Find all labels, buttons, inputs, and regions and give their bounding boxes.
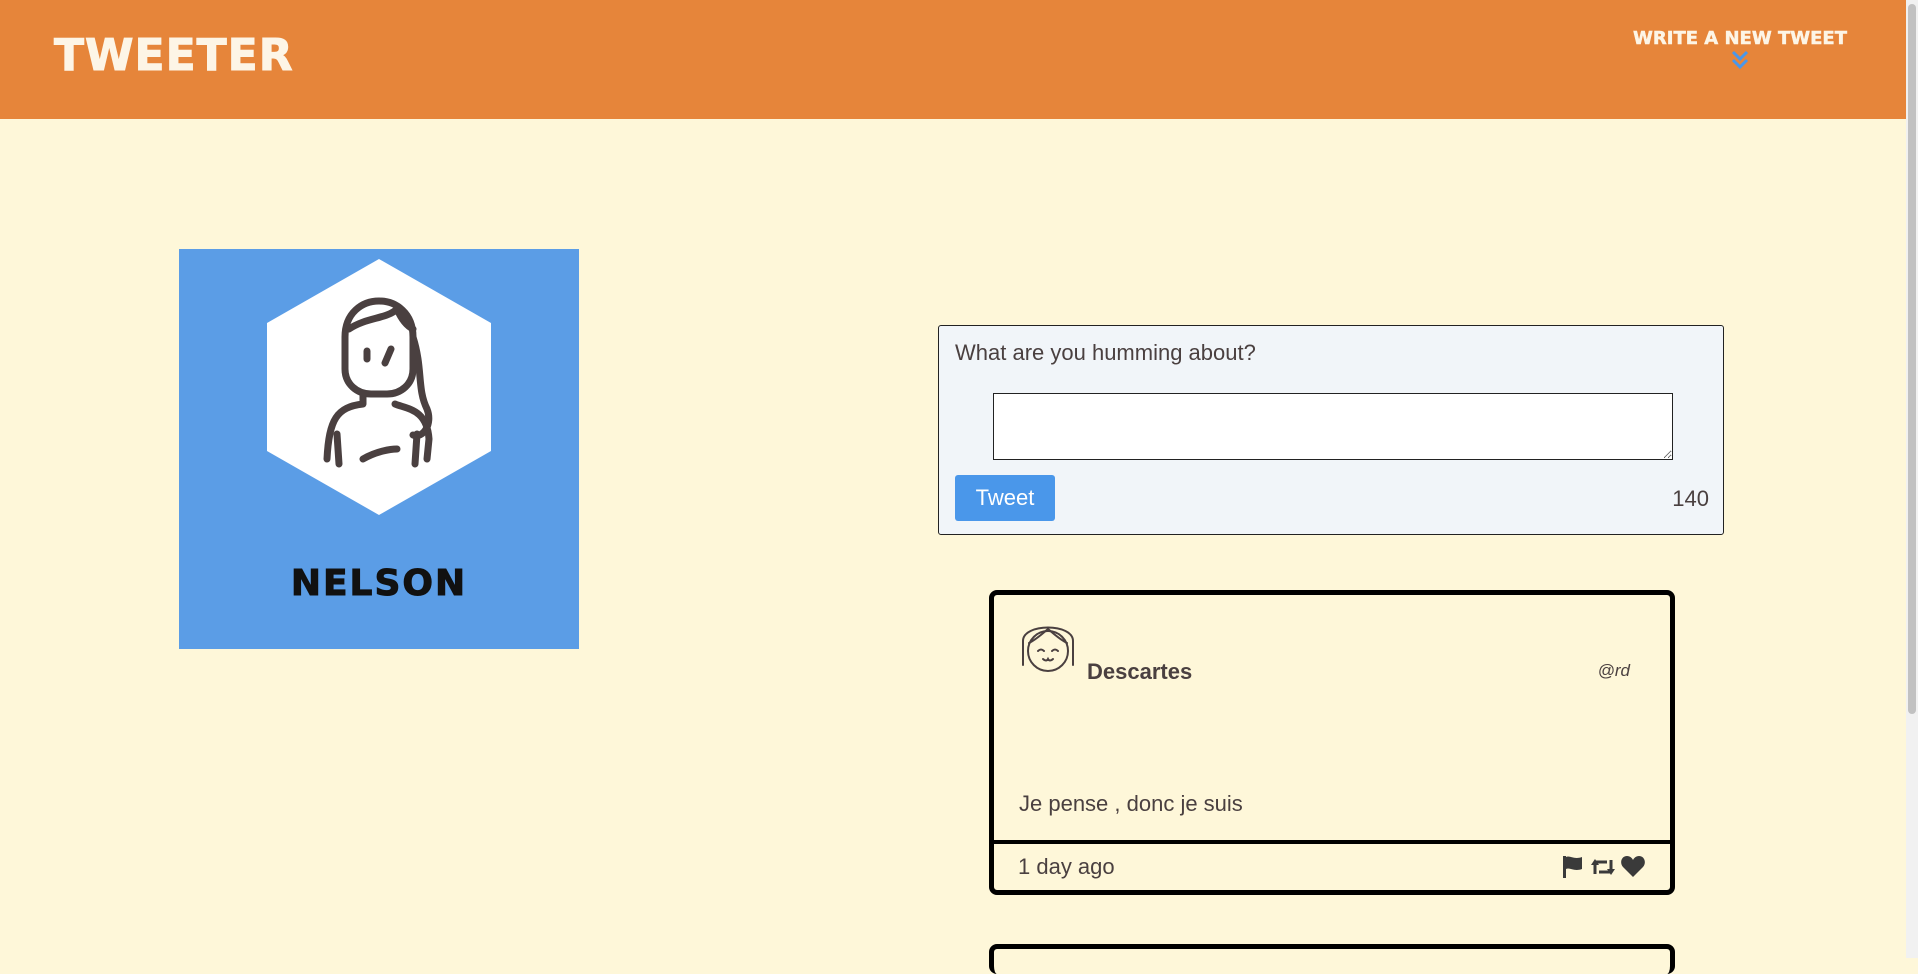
tweet-submit-button[interactable]: Tweet: [955, 475, 1055, 521]
double-chevron-down-icon[interactable]: [1729, 49, 1751, 71]
tweet-text-input[interactable]: [993, 393, 1673, 460]
brand-logo[interactable]: TWEETER: [54, 30, 294, 82]
tweet-timestamp: 1 day ago: [1018, 854, 1115, 879]
scrollbar-thumb[interactable]: [1908, 4, 1916, 714]
tweet-content: Je pense , donc je suis: [1019, 791, 1243, 816]
tweet-footer: 1 day ago: [994, 840, 1670, 890]
tweet-actions: [1560, 854, 1646, 880]
compose-prompt-label: What are you humming about?: [955, 340, 1256, 365]
girl-bangs-avatar-icon: [1022, 626, 1074, 672]
profile-name: NELSON: [290, 563, 468, 605]
tweet-author-handle: @rd: [1597, 661, 1630, 680]
tweet-author-name[interactable]: Descartes: [1087, 659, 1192, 685]
write-new-tweet-label[interactable]: WRITE A NEW TWEET: [1630, 28, 1850, 50]
woman-avatar-icon: [267, 259, 491, 515]
tweet-card-next-partial: [989, 944, 1675, 974]
user-profile-card: NELSON: [179, 249, 579, 649]
new-tweet-form: What are you humming about? Tweet 140: [938, 325, 1724, 535]
page-scrollbar[interactable]: [1906, 0, 1918, 958]
character-counter: 140: [1672, 486, 1709, 511]
retweet-icon[interactable]: [1590, 854, 1616, 880]
tweet-card: Descartes @rd Je pense , donc je suis 1 …: [989, 590, 1675, 895]
flag-icon[interactable]: [1560, 854, 1586, 880]
write-new-tweet-toggle[interactable]: WRITE A NEW TWEET: [1630, 28, 1850, 71]
heart-icon[interactable]: [1620, 854, 1646, 880]
top-navbar: TWEETER WRITE A NEW TWEET: [0, 0, 1906, 119]
